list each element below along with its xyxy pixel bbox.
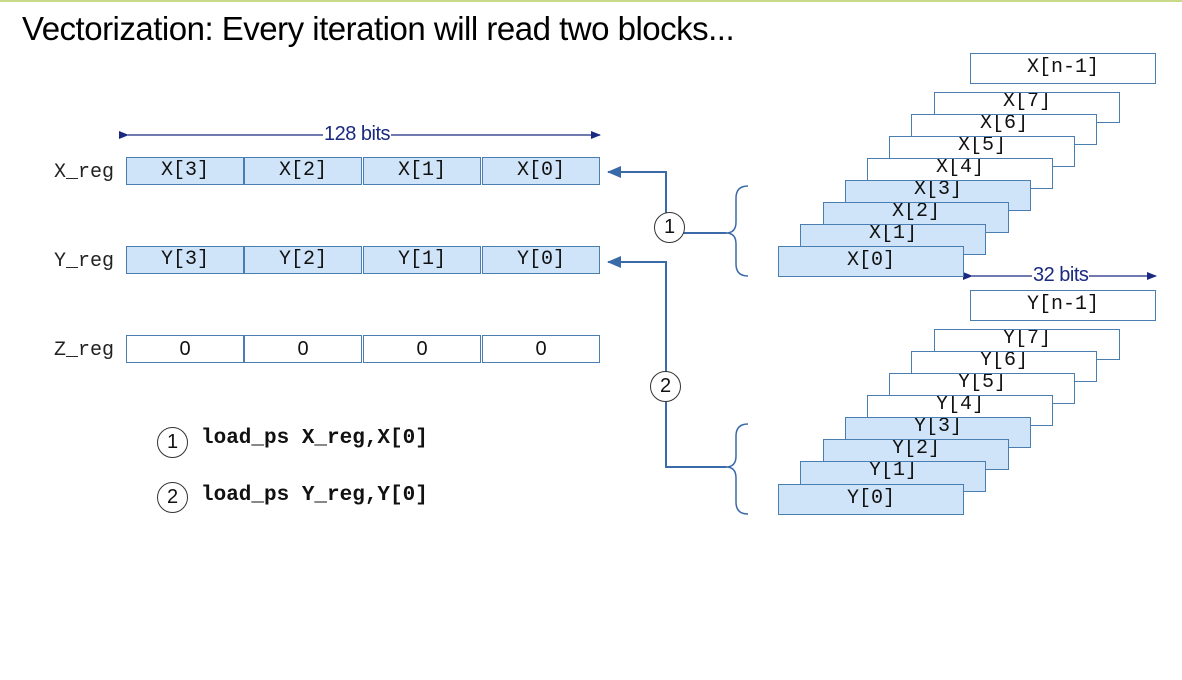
- element-width-label: 32 bits: [1032, 264, 1090, 287]
- x-reg-cell: X[1]: [363, 157, 481, 185]
- y-blocks-brace: [725, 423, 749, 515]
- z-reg-cell: 0: [363, 335, 481, 363]
- x-memory-block: X[0]: [778, 246, 964, 277]
- y-reg-cell: Y[1]: [363, 246, 481, 274]
- y-reg-cell: Y[0]: [482, 246, 600, 274]
- x-reg-label: X_reg: [53, 161, 114, 184]
- z-reg-label: Z_reg: [53, 339, 114, 362]
- instruction-1-marker: 1: [157, 427, 188, 458]
- instruction-2-marker: 2: [157, 482, 188, 513]
- instruction-2: load_ps Y_reg,Y[0]: [201, 484, 428, 507]
- z-reg-cell: 0: [126, 335, 244, 363]
- x-blocks-brace: [725, 185, 749, 277]
- y-memory-block: Y[0]: [778, 484, 964, 515]
- x-reg-cell: X[0]: [482, 157, 600, 185]
- z-reg-cell: 0: [244, 335, 362, 363]
- x-last-block: X[n-1]: [970, 53, 1156, 84]
- y-last-block: Y[n-1]: [970, 290, 1156, 321]
- y-load-connector: [607, 256, 726, 468]
- instruction-1: load_ps X_reg,X[0]: [201, 427, 428, 450]
- x-reg-cell: X[3]: [126, 157, 244, 185]
- step-1-marker: 1: [654, 212, 685, 243]
- y-reg-cell: Y[3]: [126, 246, 244, 274]
- y-reg-cell: Y[2]: [244, 246, 362, 274]
- step-2-marker: 2: [650, 371, 681, 402]
- register-width-label: 128 bits: [323, 123, 392, 146]
- y-reg-label: Y_reg: [53, 250, 114, 273]
- x-reg-cell: X[2]: [244, 157, 362, 185]
- z-reg-cell: 0: [482, 335, 600, 363]
